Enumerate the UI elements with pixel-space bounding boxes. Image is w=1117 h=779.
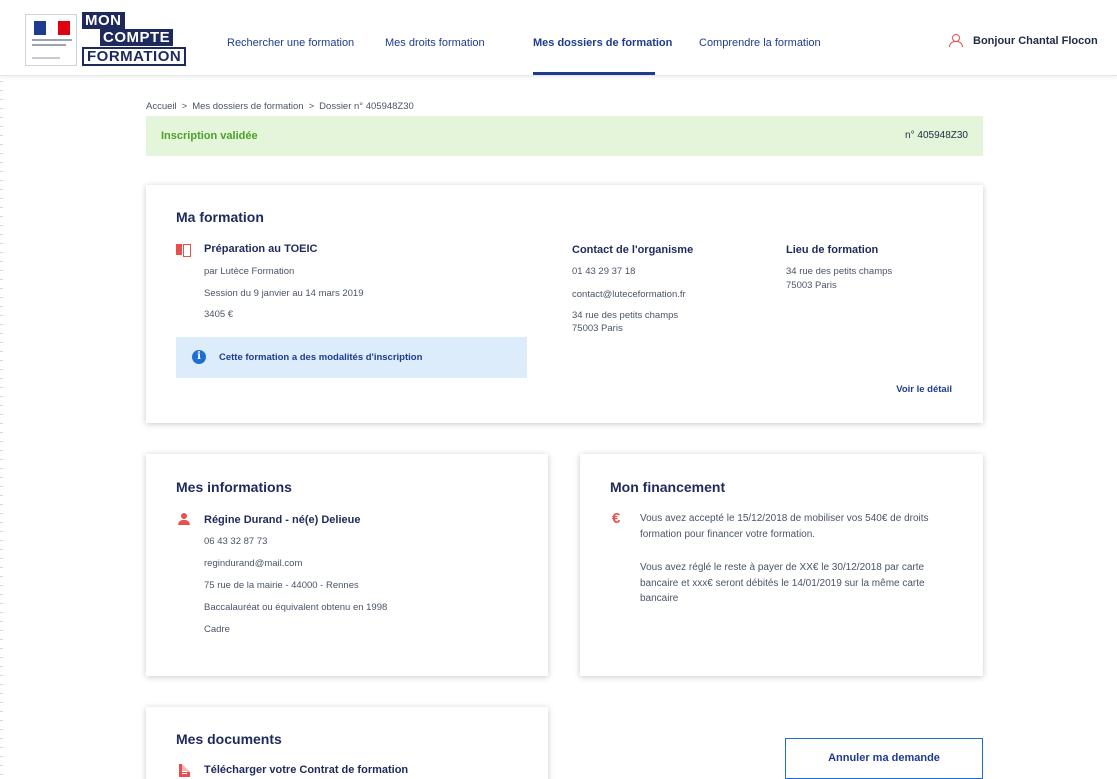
- formation-session: Session du 9 janvier au 14 mars 2019: [204, 288, 364, 299]
- user-email: regindurand@mail.com: [204, 558, 303, 569]
- formation-price: 3405 €: [204, 309, 234, 320]
- documents-title: Mes documents: [176, 731, 282, 747]
- nav-comprendre-formation[interactable]: Comprendre la formation: [699, 0, 821, 76]
- lieu-address-line2: 75003 Paris: [786, 280, 837, 291]
- breadcrumb-dossiers[interactable]: Mes dossiers de formation: [192, 101, 303, 112]
- user-status: Cadre: [204, 624, 230, 635]
- info-icon: i: [192, 350, 206, 364]
- contact-address-line2: 75003 Paris: [572, 323, 623, 334]
- person-icon: [178, 513, 190, 525]
- info-box: i Cette formation a des modalités d'insc…: [176, 337, 527, 378]
- contact-address-line1: 34 rue des petits champs: [572, 310, 679, 321]
- nav-active-indicator: [533, 72, 655, 75]
- logo-word-mon: MON: [82, 12, 125, 29]
- page-ruler: [0, 0, 10, 779]
- formation-card: Ma formation Préparation au TOEIC par Lu…: [146, 185, 983, 423]
- breadcrumb-current: Dossier n° 405948Z30: [319, 101, 414, 112]
- user-icon: [949, 34, 963, 47]
- info-text[interactable]: Cette formation a des modalités d'inscri…: [219, 352, 422, 363]
- financement-title: Mon financement: [610, 479, 726, 495]
- formation-title: Ma formation: [176, 209, 264, 225]
- status-label: Inscription validée: [161, 130, 258, 142]
- financement-card: Mon financement € Vous avez accepté le 1…: [580, 454, 983, 676]
- logo-word-formation: FORMATION: [82, 47, 187, 66]
- user-greeting: Bonjour Chantal Flocon: [973, 34, 1098, 47]
- formation-name: Préparation au TOEIC: [204, 243, 318, 255]
- formation-organizer: par Lutèce Formation: [204, 266, 295, 277]
- user-phone: 06 43 32 87 73: [204, 536, 268, 547]
- nav-rechercher-formation[interactable]: Rechercher une formation: [227, 0, 354, 76]
- cancel-request-button[interactable]: Annuler ma demande: [785, 738, 983, 779]
- breadcrumb-accueil[interactable]: Accueil: [146, 101, 177, 112]
- voir-detail-link[interactable]: Voir le détail: [896, 384, 952, 395]
- financement-paragraph-2: Vous avez réglé le reste à payer de XX€ …: [640, 562, 925, 604]
- site-header: MON COMPTE FORMATION Rechercher une form…: [0, 0, 1117, 76]
- informations-card: Mes informations Régine Durand - né(e) D…: [146, 454, 548, 676]
- informations-title: Mes informations: [176, 479, 292, 495]
- contact-email[interactable]: contact@luteceformation.fr: [572, 289, 686, 300]
- contact-phone: 01 43 29 37 18: [572, 266, 636, 277]
- user-diploma: Baccalauréat ou équivalent obtenu en 199…: [204, 602, 388, 613]
- documents-card: Mes documents Télécharger votre Contrat …: [146, 707, 548, 779]
- download-contrat-link[interactable]: Télécharger votre Contrat de formation: [204, 764, 408, 776]
- lieu-heading: Lieu de formation: [786, 244, 879, 256]
- financement-paragraph-1: Vous avez accepté le 15/12/2018 de mobil…: [640, 513, 929, 540]
- lieu-address-line1: 34 rue des petits champs: [786, 266, 893, 277]
- dossier-number: n° 405948Z30: [905, 130, 968, 141]
- nav-mes-droits-formation[interactable]: Mes droits formation: [385, 0, 495, 76]
- marianne-logo[interactable]: [25, 14, 77, 66]
- user-menu[interactable]: Bonjour Chantal Flocon: [949, 34, 1098, 47]
- euro-icon: €: [612, 510, 621, 527]
- user-full-name: Régine Durand - né(e) Delieue: [204, 514, 361, 526]
- document-icon: [179, 764, 190, 777]
- nav-mes-dossiers-formation[interactable]: Mes dossiers de formation: [533, 0, 672, 76]
- status-banner: Inscription validée n° 405948Z30: [146, 116, 983, 156]
- book-icon: [176, 244, 191, 257]
- mon-compte-formation-logo[interactable]: MON COMPTE FORMATION: [82, 12, 187, 68]
- breadcrumb: Accueil > Mes dossiers de formation > Dossie…: [146, 101, 414, 112]
- user-address: 75 rue de la mairie - 44000 - Rennes: [204, 580, 359, 591]
- logo-word-compte: COMPTE: [100, 29, 174, 46]
- contact-heading: Contact de l'organisme: [572, 244, 694, 256]
